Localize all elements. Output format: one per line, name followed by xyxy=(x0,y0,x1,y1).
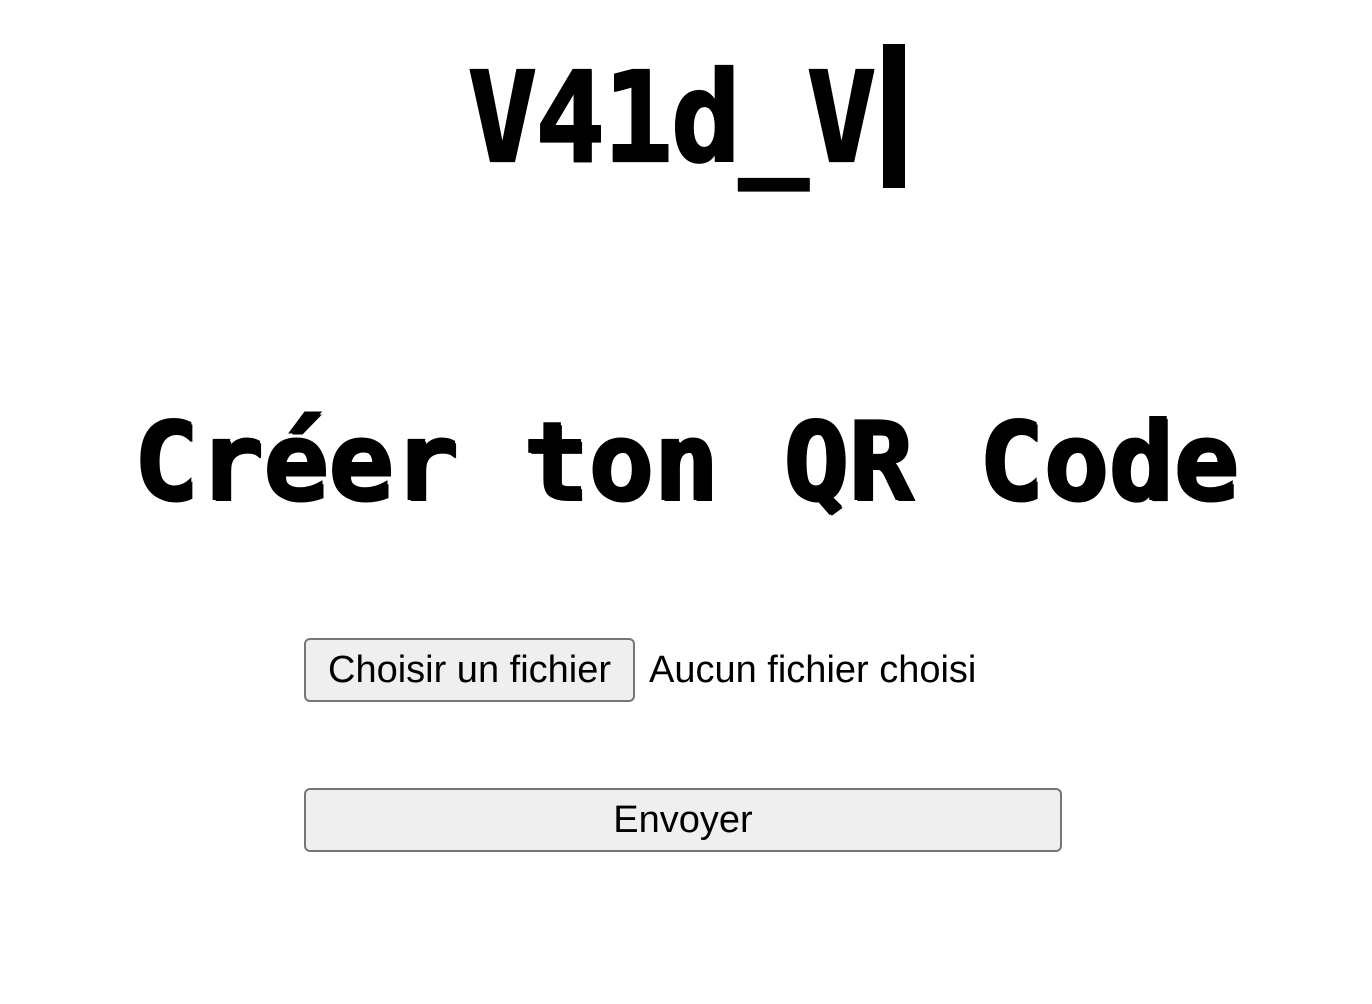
page-title: Créer ton QR Code xyxy=(132,399,1239,526)
submit-button[interactable]: Envoyer xyxy=(304,788,1062,852)
file-status-text: Aucun fichier choisi xyxy=(649,648,977,691)
logo-text: V41d_V xyxy=(466,44,877,192)
text-cursor xyxy=(882,44,905,188)
logo: V41d_V xyxy=(0,44,1372,194)
file-input[interactable]: Choisir un fichier Aucun fichier choisi xyxy=(304,638,976,702)
choose-file-button[interactable]: Choisir un fichier xyxy=(304,638,635,702)
